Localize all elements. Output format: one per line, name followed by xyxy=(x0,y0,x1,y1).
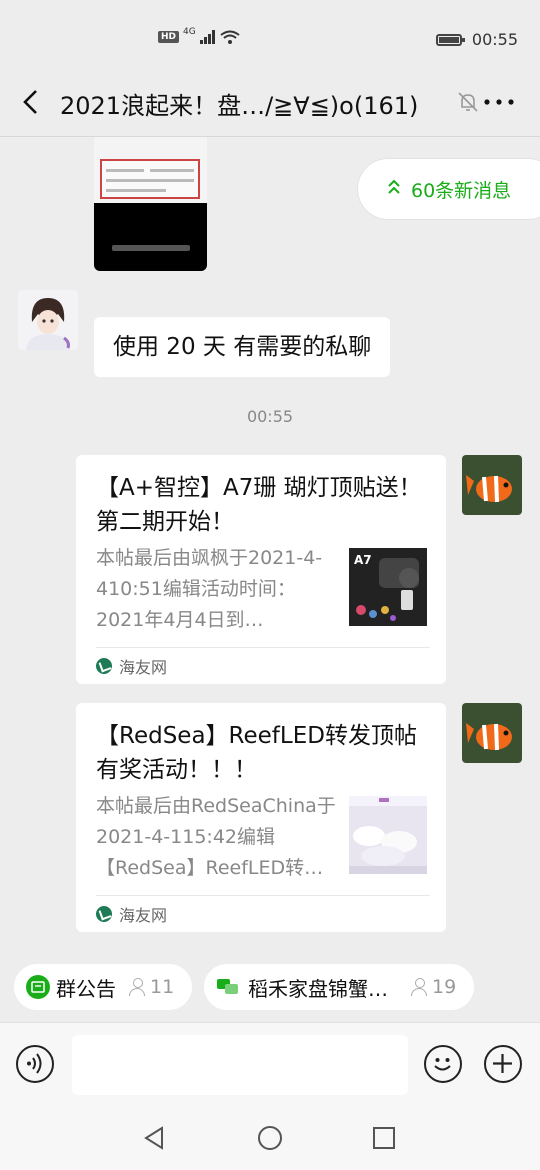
group-notice-chip[interactable]: 群公告 11 xyxy=(14,964,192,1010)
chat-header: 2021浪起来！盘…/≧∀≦)o(161) xyxy=(0,72,540,137)
emoji-button[interactable] xyxy=(424,1045,462,1083)
message-input[interactable] xyxy=(72,1035,408,1095)
status-right: 00:55 xyxy=(435,30,518,49)
card-separator xyxy=(96,647,430,648)
quick-bar: 群公告 11 稻禾家盘锦蟹… 19 xyxy=(0,950,540,1022)
chat-area[interactable]: 60条新消息 使用 20 天 有需要的私聊 00:55 【A+智控】A7珊 瑚灯… xyxy=(0,137,540,950)
mini-program-label: 稻禾家盘锦蟹… xyxy=(248,976,388,1001)
double-chevron-up-icon xyxy=(388,179,400,194)
mute-bell-icon xyxy=(458,92,478,112)
add-button[interactable] xyxy=(484,1045,522,1083)
person-icon xyxy=(128,977,146,997)
wifi-icon xyxy=(220,30,240,44)
mini-program-count: 19 xyxy=(410,976,456,998)
battery-icon xyxy=(435,33,465,46)
new-messages-label: 60条新消息 xyxy=(411,180,512,202)
nav-home-icon[interactable] xyxy=(256,1124,284,1152)
person-icon xyxy=(410,977,428,997)
image-line xyxy=(106,169,144,172)
network-label: 4G xyxy=(183,27,196,37)
anime-avatar-icon xyxy=(18,290,78,350)
image-message[interactable] xyxy=(94,137,207,271)
chat-bubbles-icon xyxy=(217,979,238,994)
input-bar xyxy=(0,1022,540,1107)
card-source: 海友网 xyxy=(96,902,167,926)
chat-title: 2021浪起来！盘…/≧∀≦)o(161) xyxy=(60,92,419,120)
card-thumbnail xyxy=(349,796,427,874)
clownfish-avatar-icon xyxy=(462,455,522,515)
back-icon[interactable] xyxy=(14,84,50,120)
group-notice-label: 群公告 xyxy=(56,976,116,1001)
card-source-label: 海友网 xyxy=(119,658,168,677)
plus-icon xyxy=(493,1054,512,1073)
more-icon[interactable] xyxy=(482,84,516,120)
count-value: 11 xyxy=(150,976,175,998)
card-thumb-label: A7 xyxy=(354,553,372,567)
card-title: 【A+智控】A7珊 瑚灯顶贴送！第二期开始！ xyxy=(96,475,422,535)
avatar[interactable] xyxy=(462,455,522,515)
link-card[interactable]: 【A+智控】A7珊 瑚灯顶贴送！第二期开始！ 本帖最后由飒枫于2021-4-41… xyxy=(76,455,446,684)
clownfish-avatar-icon xyxy=(462,703,522,763)
avatar[interactable] xyxy=(462,703,522,763)
card-separator xyxy=(96,895,430,896)
status-left: HD 4G xyxy=(158,27,240,44)
card-description: 本帖最后由飒枫于2021-4-410:51编辑活动时间：2021年4月4日到… xyxy=(96,547,323,631)
smiley-icon xyxy=(434,1058,451,1071)
hd-badge: HD xyxy=(158,31,180,43)
nav-recents-icon[interactable] xyxy=(370,1124,398,1152)
card-source-label: 海友网 xyxy=(119,906,168,925)
system-nav-bar xyxy=(0,1106,540,1170)
card-source: 海友网 xyxy=(96,654,167,678)
text-message[interactable]: 使用 20 天 有需要的私聊 xyxy=(94,317,391,377)
status-time: 00:55 xyxy=(471,30,518,49)
card-thumbnail: A7 xyxy=(349,548,427,626)
notice-icon xyxy=(26,975,50,999)
new-messages-button[interactable]: 60条新消息 xyxy=(358,159,540,219)
nav-back-icon[interactable] xyxy=(140,1124,168,1152)
site-logo-icon xyxy=(96,906,112,922)
status-bar: HD 4G 00:55 xyxy=(0,0,540,72)
count-value: 19 xyxy=(432,976,457,998)
image-line xyxy=(106,189,166,192)
link-card[interactable]: 【RedSea】ReefLED转发顶帖有奖活动！！！ 本帖最后由RedSeaCh… xyxy=(76,703,446,932)
avatar[interactable] xyxy=(18,290,78,350)
image-caption xyxy=(112,245,190,251)
voice-button[interactable] xyxy=(16,1045,54,1083)
card-title: 【RedSea】ReefLED转发顶帖有奖活动！！！ xyxy=(96,723,417,783)
image-line xyxy=(106,179,194,182)
group-notice-count: 11 xyxy=(128,976,174,998)
voice-icon xyxy=(27,1053,42,1074)
mini-program-chip[interactable]: 稻禾家盘锦蟹… 19 xyxy=(204,964,474,1010)
card-description: 本帖最后由RedSeaChina于2021-4-115:42编辑【RedSea】… xyxy=(96,795,336,879)
image-line xyxy=(150,169,194,172)
site-logo-icon xyxy=(96,658,112,674)
signal-icon xyxy=(199,30,215,44)
timestamp: 00:55 xyxy=(246,407,294,426)
